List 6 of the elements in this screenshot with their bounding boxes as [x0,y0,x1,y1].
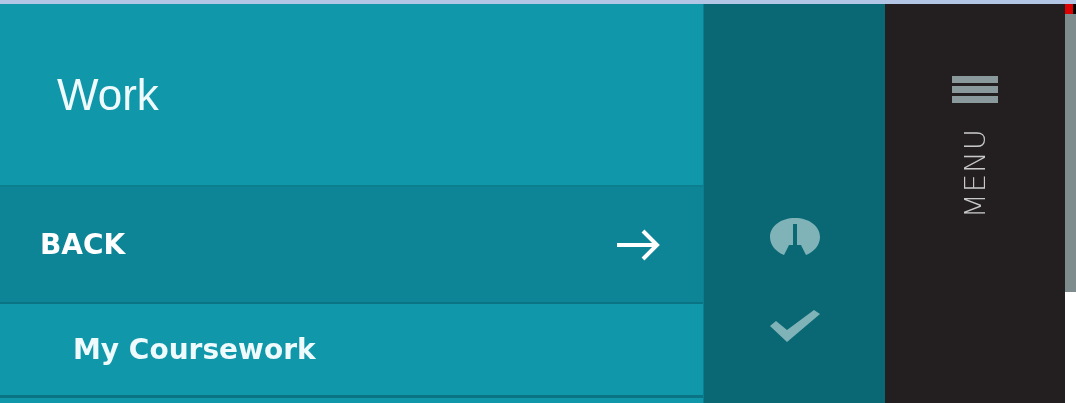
arrow-right-icon [615,227,661,262]
gauge-icon[interactable] [767,216,822,258]
panel-title: Work [57,69,159,120]
back-button[interactable]: BACK [0,187,703,304]
menu-icon[interactable] [952,76,998,104]
menu-label[interactable]: MENU [958,128,992,219]
